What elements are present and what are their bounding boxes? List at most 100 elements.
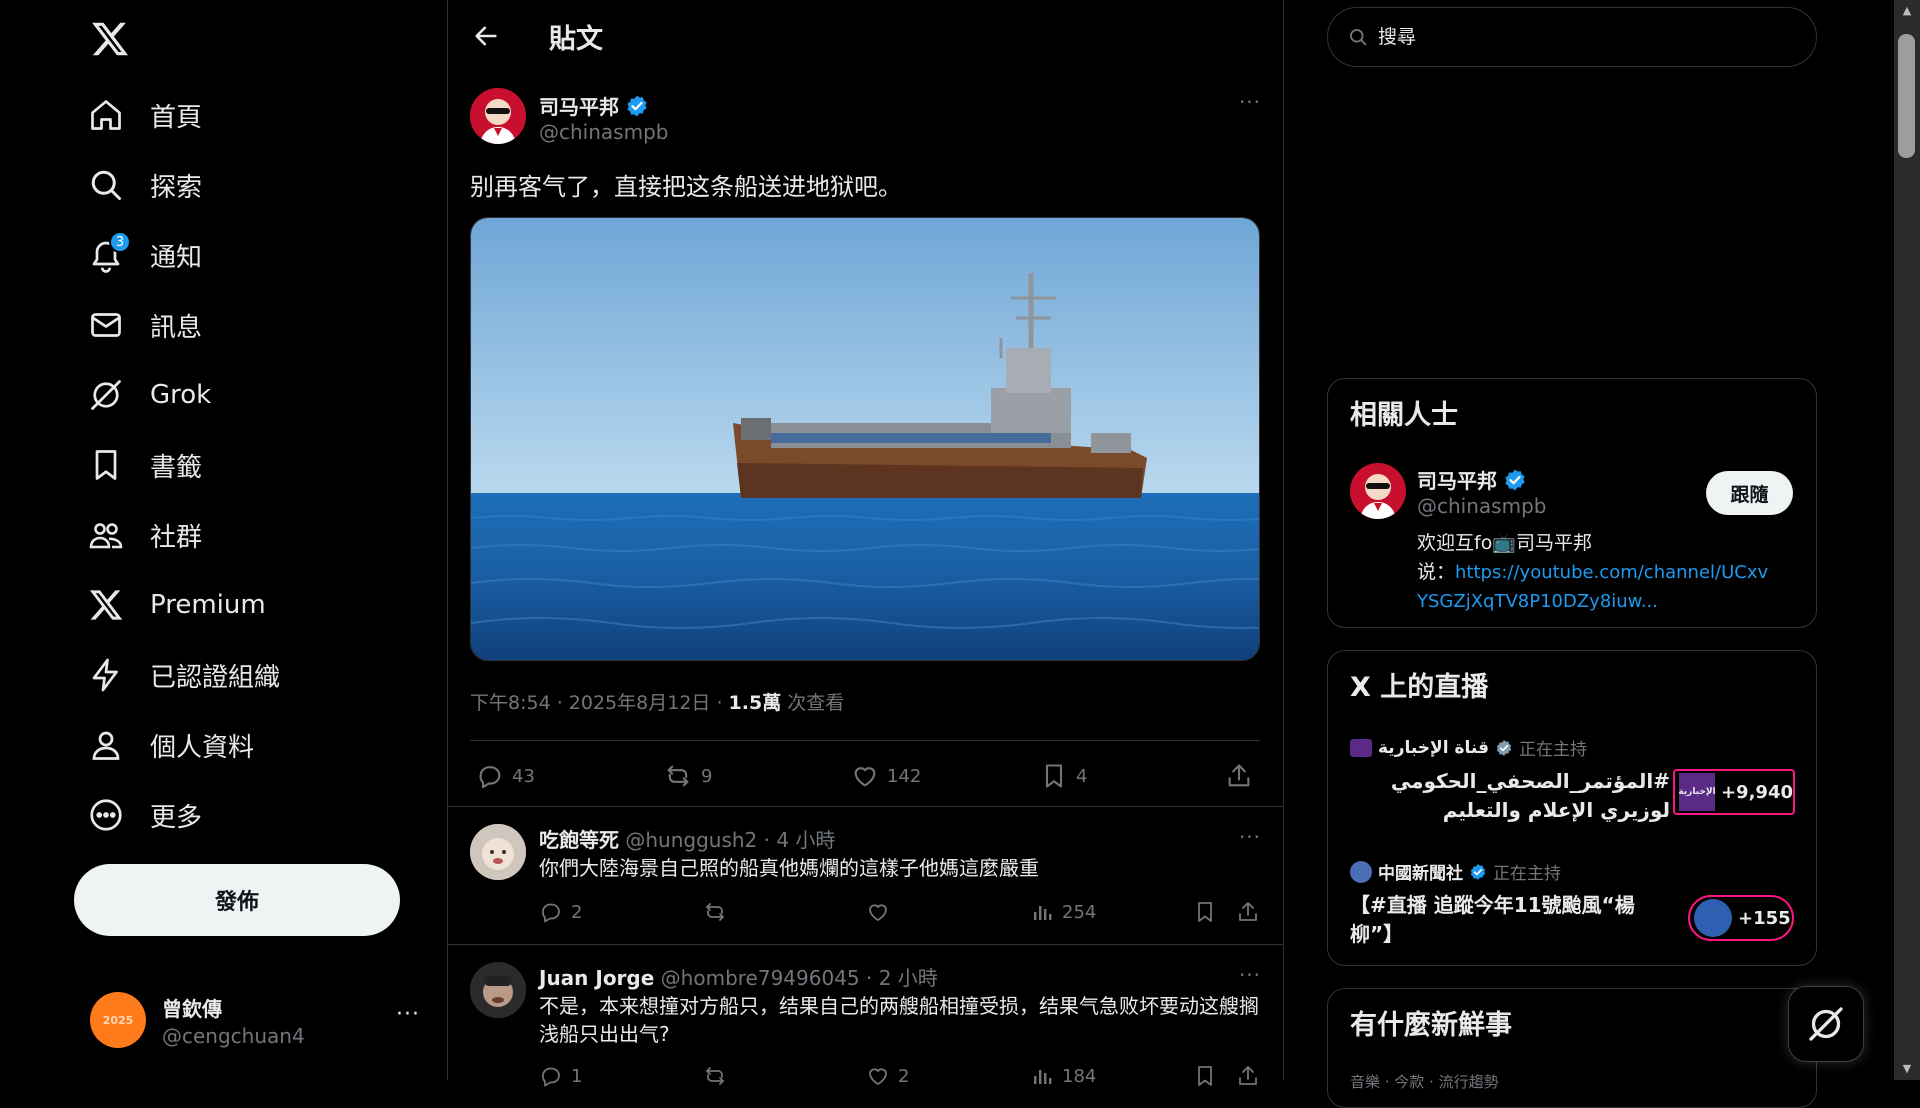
reply-text: 不是，本来想撞对方船只，结果自己的两艘船相撞受损，结果气急败坏要动这艘搁浅船只出… bbox=[539, 994, 1259, 1046]
nav-label-explore: 探索 bbox=[150, 172, 203, 203]
reply-avatar[interactable] bbox=[470, 824, 526, 880]
repost-button[interactable] bbox=[702, 900, 736, 924]
share-button[interactable] bbox=[1236, 1064, 1268, 1088]
reply-icon bbox=[542, 903, 560, 923]
bookmark-icon bbox=[1198, 902, 1212, 922]
scrollbar-thumb[interactable] bbox=[1898, 34, 1915, 158]
views-button[interactable]: 254 bbox=[1030, 900, 1096, 924]
author-avatar[interactable] bbox=[470, 88, 526, 144]
right-sidebar: 相關人士 司马平邦 @chinasmpb 跟隨 欢迎互fo📺司马平邦 说：htt… bbox=[1284, 0, 1920, 1108]
related-bio: 欢迎互fo📺司马平邦 说：https://youtube.com/channel… bbox=[1417, 529, 1797, 616]
live-host-2[interactable]: 中國新聞社 正在主持 bbox=[1350, 859, 1561, 884]
tweet-views-label: 次查看 bbox=[781, 692, 845, 714]
reply-author-name[interactable]: 吃飽等死 bbox=[539, 828, 619, 852]
nav-item-premium[interactable]: Premium bbox=[88, 578, 266, 632]
reply-button[interactable]: 1 bbox=[539, 1064, 582, 1088]
share-icon bbox=[1239, 902, 1257, 921]
nav-item-more[interactable]: 更多 bbox=[88, 788, 202, 842]
repost-button[interactable] bbox=[702, 1064, 736, 1088]
trend-context[interactable]: 音樂 · 今款 · 流行趨勢 bbox=[1350, 1071, 1499, 1092]
nav-item-profile[interactable]: 個人資料 bbox=[88, 718, 254, 772]
page-title: 貼文 bbox=[549, 24, 603, 55]
notification-count-badge: 3 bbox=[109, 231, 131, 253]
reply-time[interactable]: · 4 小時 bbox=[757, 828, 836, 852]
live-title-1[interactable]: #المؤتمر_الصحفي_الحكومي لوزيري الإعلام و… bbox=[1350, 767, 1670, 825]
grok-floating-button[interactable] bbox=[1788, 986, 1864, 1062]
bookmark-button[interactable] bbox=[1193, 1064, 1225, 1088]
nav-item-explore[interactable]: 探索 bbox=[88, 158, 202, 212]
bio-link[interactable]: https://youtube.com/channel/UCxv bbox=[1455, 562, 1768, 583]
more-dots-icon[interactable]: ··· bbox=[396, 1002, 420, 1027]
nav-item-messages[interactable]: 訊息 bbox=[88, 298, 202, 352]
author-handle[interactable]: @chinasmpb bbox=[539, 120, 668, 144]
search-box[interactable] bbox=[1327, 7, 1817, 67]
heart-icon bbox=[854, 767, 876, 787]
reply-time[interactable]: · 2 小時 bbox=[860, 966, 938, 990]
reply-button[interactable]: 43 bbox=[476, 762, 535, 790]
lightning-icon bbox=[88, 657, 124, 693]
tweet-timestamp[interactable]: 下午8:54 · 2025年8月12日 · bbox=[470, 692, 729, 714]
search-input[interactable] bbox=[1378, 26, 1778, 48]
scroll-down-arrow-icon[interactable]: ▼ bbox=[1900, 1062, 1914, 1076]
related-name[interactable]: 司马平邦 bbox=[1417, 465, 1527, 494]
live-host-1[interactable]: قناة الإخبارية 正在主持 bbox=[1350, 735, 1587, 760]
verified-gray-icon bbox=[1496, 739, 1512, 756]
back-arrow-icon[interactable] bbox=[472, 22, 500, 50]
scroll-up-arrow-icon[interactable]: ▲ bbox=[1900, 4, 1914, 18]
related-avatar[interactable] bbox=[1350, 463, 1406, 519]
follow-button[interactable]: 跟隨 bbox=[1706, 471, 1793, 515]
live-channel-thumb bbox=[1694, 899, 1732, 937]
views-button[interactable]: 184 bbox=[1030, 1064, 1096, 1088]
reply-button[interactable]: 2 bbox=[539, 900, 582, 924]
repost-button[interactable]: 9 bbox=[663, 762, 712, 790]
tweet-image-ship[interactable] bbox=[470, 217, 1260, 661]
bookmark-button[interactable] bbox=[1193, 900, 1225, 924]
nav-item-notifications[interactable]: 3 通知 bbox=[88, 228, 202, 282]
related-handle[interactable]: @chinasmpb bbox=[1417, 494, 1546, 518]
live-join-pill[interactable]: +155 bbox=[1688, 895, 1794, 941]
like-button[interactable] bbox=[866, 900, 898, 924]
more-dots-icon[interactable]: ··· bbox=[1235, 90, 1265, 120]
author-name[interactable]: 司马平邦 bbox=[539, 91, 649, 120]
nav-item-grok[interactable]: Grok bbox=[88, 368, 211, 422]
verified-badge-icon bbox=[627, 95, 647, 116]
reply-avatar[interactable] bbox=[470, 962, 526, 1018]
share-button[interactable] bbox=[1225, 762, 1261, 790]
share-button[interactable] bbox=[1236, 900, 1268, 924]
live-join-pill[interactable]: الإخبارية +9,940 bbox=[1673, 769, 1795, 815]
like-button[interactable]: 2 bbox=[866, 1064, 909, 1088]
divider bbox=[448, 806, 1283, 807]
like-button[interactable]: 142 bbox=[851, 762, 921, 790]
reply-text: 你們大陸海景自己照的船真他媽爛的這樣子他媽這麼嚴重 bbox=[539, 856, 1039, 880]
heart-icon bbox=[869, 904, 887, 921]
nav-item-home[interactable]: 首頁 bbox=[88, 88, 202, 142]
nav-label-premium: Premium bbox=[150, 590, 266, 620]
nav-item-communities[interactable]: 社群 bbox=[88, 508, 202, 562]
live-title-2[interactable]: 【#直播 追蹤今年11號颱風“楊柳”】 bbox=[1350, 891, 1670, 949]
account-switcher[interactable]: 2025 曾欽傳 @cengchuan4 ··· bbox=[90, 990, 420, 1050]
scrollbar-track[interactable] bbox=[1894, 0, 1920, 1080]
more-dots-icon[interactable]: ··· bbox=[1235, 825, 1265, 855]
nav-item-bookmarks[interactable]: 書籤 bbox=[88, 438, 202, 492]
nav-item-verified-orgs[interactable]: 已認證組織 bbox=[88, 648, 280, 702]
share-icon bbox=[1239, 1066, 1257, 1085]
share-icon bbox=[1228, 764, 1250, 787]
related-people-card: 相關人士 司马平邦 @chinasmpb 跟隨 欢迎互fo📺司马平邦 说：htt… bbox=[1327, 378, 1817, 628]
bookmark-button[interactable]: 4 bbox=[1040, 762, 1087, 790]
bio-link-cont[interactable]: YSGZjXqTV8P10DZy8iuw... bbox=[1417, 591, 1658, 612]
mail-icon bbox=[88, 307, 124, 343]
nav-label-more: 更多 bbox=[150, 802, 203, 833]
repost-count: 9 bbox=[701, 765, 713, 787]
reply-author-handle[interactable]: @hunggush2 bbox=[625, 828, 757, 852]
related-card-title: 相關人士 bbox=[1350, 400, 1458, 431]
x-logo-icon[interactable] bbox=[90, 19, 130, 59]
analytics-icon bbox=[1034, 906, 1052, 920]
communities-icon bbox=[88, 517, 124, 553]
nav-label-bookmarks: 書籤 bbox=[150, 452, 203, 483]
reply-author-name[interactable]: Juan Jorge bbox=[539, 966, 654, 990]
bookmark-icon bbox=[88, 447, 124, 483]
post-button[interactable]: 發佈 bbox=[74, 864, 400, 936]
reply-author-handle[interactable]: @hombre79496045 bbox=[661, 966, 860, 990]
more-dots-icon[interactable]: ··· bbox=[1235, 963, 1265, 993]
views-count: 184 bbox=[1062, 1065, 1097, 1087]
